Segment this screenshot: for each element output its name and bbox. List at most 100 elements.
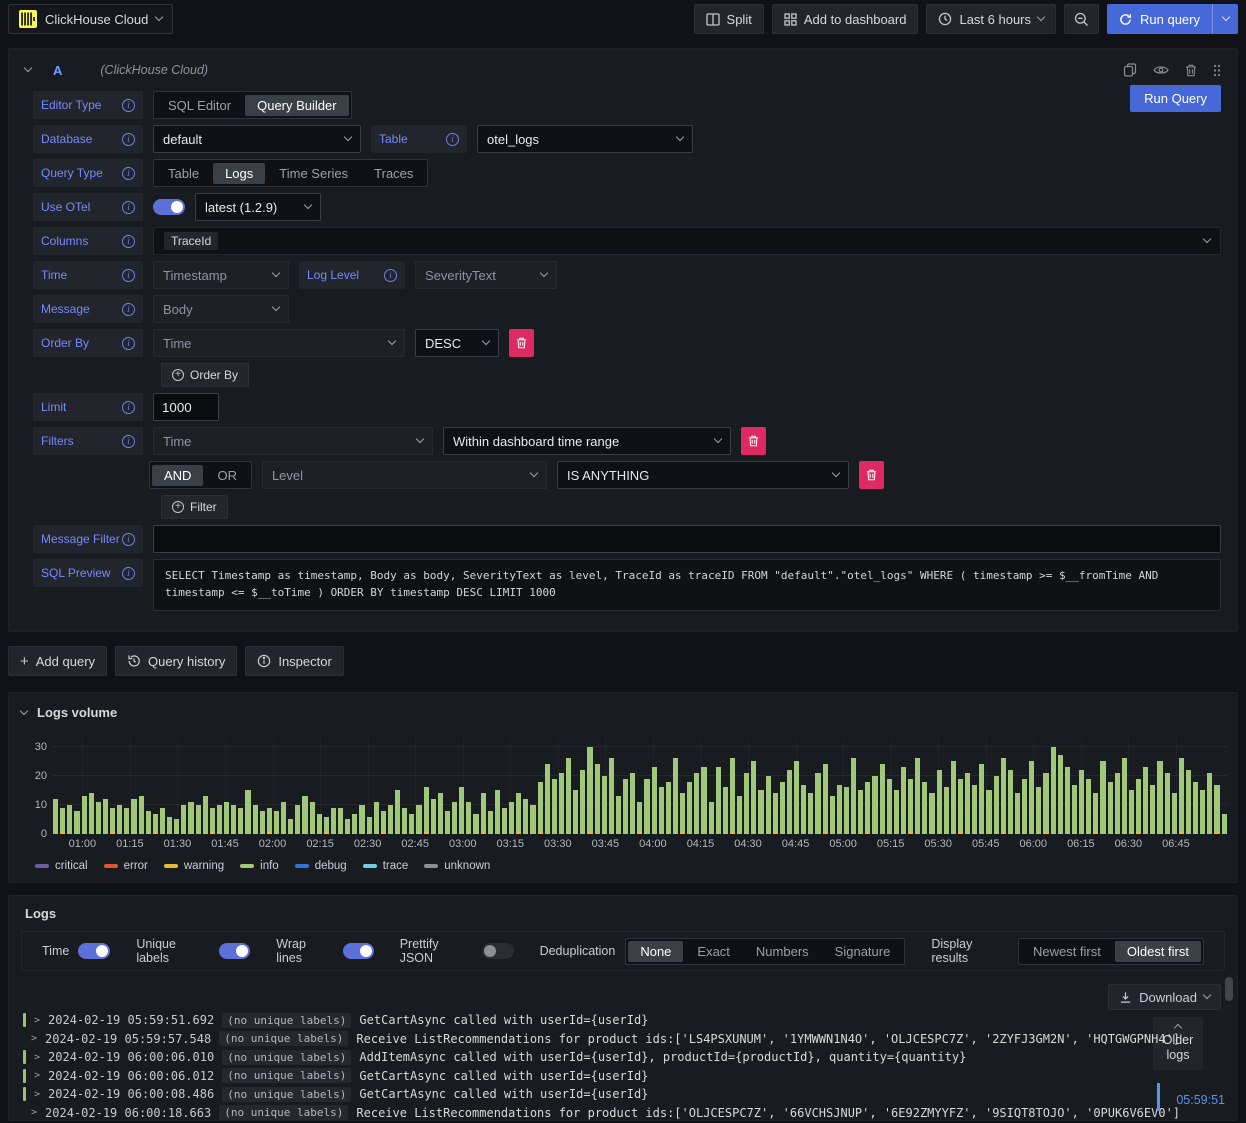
bar[interactable]: [131, 799, 137, 834]
bar[interactable]: [1043, 772, 1049, 834]
bar[interactable]: [786, 770, 792, 834]
run-query-panel-button[interactable]: Run Query: [1130, 85, 1221, 112]
bar[interactable]: [316, 813, 322, 834]
add-to-dashboard-button[interactable]: Add to dashboard: [771, 4, 919, 34]
option-exact[interactable]: Exact: [685, 941, 742, 962]
bar[interactable]: [765, 775, 771, 834]
bar[interactable]: [330, 807, 336, 834]
bar[interactable]: [181, 804, 187, 834]
bar[interactable]: [1214, 784, 1220, 834]
bar[interactable]: [452, 802, 458, 834]
bar[interactable]: [872, 775, 878, 834]
log-row[interactable]: > 2024-02-19 05:59:57.548 (no unique lab…: [23, 1030, 1180, 1049]
info-icon[interactable]: i: [122, 566, 135, 580]
bar[interactable]: [167, 816, 173, 834]
bar[interactable]: [1157, 761, 1163, 834]
bar[interactable]: [509, 802, 515, 834]
bar[interactable]: [537, 781, 543, 834]
bar[interactable]: [1022, 778, 1028, 834]
log-row[interactable]: > 2024-02-19 06:00:18.663 (no unique lab…: [23, 1104, 1180, 1120]
legend-item-info[interactable]: info: [240, 860, 279, 872]
bar[interactable]: [965, 772, 971, 834]
bar[interactable]: [1086, 778, 1092, 834]
bar[interactable]: [1200, 790, 1206, 834]
bar[interactable]: [758, 790, 764, 834]
remove-filter-button[interactable]: [741, 427, 766, 455]
bar[interactable]: [281, 802, 287, 834]
bar[interactable]: [373, 802, 379, 834]
bar[interactable]: [715, 767, 721, 834]
option-logs[interactable]: Logs: [213, 162, 266, 184]
run-query-button[interactable]: Run query: [1107, 4, 1212, 34]
run-query-caret[interactable]: [1212, 4, 1238, 34]
bar[interactable]: [658, 787, 664, 834]
bar[interactable]: [423, 787, 429, 834]
filter-field-select[interactable]: Time: [153, 427, 433, 455]
bar[interactable]: [188, 802, 194, 834]
log-row[interactable]: > 2024-02-19 05:59:51.692 (no unique lab…: [23, 1011, 1095, 1030]
bar[interactable]: [359, 804, 365, 834]
bar[interactable]: [202, 796, 208, 834]
bar[interactable]: [1193, 781, 1199, 834]
bar[interactable]: [245, 790, 251, 834]
bar[interactable]: [480, 793, 486, 834]
bar[interactable]: [1207, 772, 1213, 834]
legend-item-trace[interactable]: trace: [362, 860, 408, 872]
option-and[interactable]: AND: [152, 464, 204, 486]
bar[interactable]: [808, 793, 814, 834]
info-icon[interactable]: i: [122, 302, 135, 316]
expand-chevron-icon[interactable]: >: [31, 1107, 37, 1118]
bar[interactable]: [893, 790, 899, 834]
bar[interactable]: [1100, 761, 1106, 834]
bar[interactable]: [779, 781, 785, 834]
bar[interactable]: [387, 804, 393, 834]
bar[interactable]: [1007, 770, 1013, 834]
bar[interactable]: [566, 758, 572, 834]
remove-query-trash-icon[interactable]: [1185, 64, 1197, 77]
bar[interactable]: [587, 746, 593, 834]
bar[interactable]: [409, 813, 415, 834]
option-traces[interactable]: Traces: [362, 163, 425, 184]
bar[interactable]: [929, 793, 935, 834]
option-none[interactable]: None: [628, 940, 684, 962]
info-icon[interactable]: i: [122, 98, 135, 112]
bar[interactable]: [729, 758, 735, 834]
filter2-field-select[interactable]: Level: [261, 461, 547, 489]
bar[interactable]: [972, 784, 978, 834]
info-icon[interactable]: i: [122, 336, 135, 350]
info-icon[interactable]: i: [122, 234, 135, 248]
bar[interactable]: [1029, 761, 1035, 834]
legend-item-unknown[interactable]: unknown: [424, 860, 490, 872]
bar[interactable]: [957, 778, 963, 834]
bar[interactable]: [273, 810, 279, 834]
bar[interactable]: [637, 802, 643, 834]
info-icon[interactable]: i: [384, 268, 397, 282]
bar[interactable]: [530, 804, 536, 834]
bar[interactable]: [644, 778, 650, 834]
bar[interactable]: [829, 796, 835, 834]
timeline-cursor[interactable]: [1157, 1083, 1160, 1111]
bar[interactable]: [238, 807, 244, 834]
bar[interactable]: [573, 790, 579, 834]
toggle-unique-labels[interactable]: Unique labels: [136, 937, 251, 965]
bar[interactable]: [815, 772, 821, 834]
option-sql-editor[interactable]: SQL Editor: [156, 95, 243, 116]
bar[interactable]: [751, 761, 757, 834]
bar[interactable]: [1064, 767, 1070, 834]
log-row[interactable]: > 2024-02-19 06:00:06.012 (no unique lab…: [23, 1067, 1095, 1086]
bar[interactable]: [466, 802, 472, 834]
bar[interactable]: [1079, 770, 1085, 834]
toggle-time[interactable]: Time: [42, 943, 111, 959]
order-by-field-select[interactable]: Time: [153, 329, 405, 357]
bar[interactable]: [794, 761, 800, 834]
bar[interactable]: [473, 813, 479, 834]
info-icon[interactable]: i: [446, 132, 459, 146]
bar[interactable]: [1114, 772, 1120, 834]
bar[interactable]: [594, 764, 600, 834]
bar[interactable]: [523, 799, 529, 834]
bar[interactable]: [608, 758, 614, 834]
bar[interactable]: [124, 807, 130, 834]
bar[interactable]: [288, 819, 294, 834]
bar[interactable]: [352, 813, 358, 834]
bar[interactable]: [558, 772, 564, 834]
